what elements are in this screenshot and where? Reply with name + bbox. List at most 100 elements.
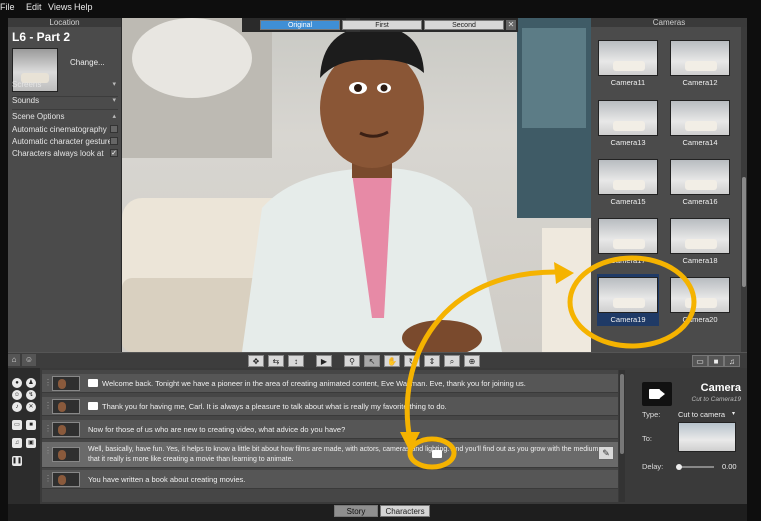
close-icon[interactable]: ✕ bbox=[506, 20, 516, 30]
camera-item-selected[interactable]: Camera19 bbox=[597, 274, 659, 326]
properties-panel: Camera Cut to Camera19 Type: Cut to came… bbox=[628, 370, 747, 502]
menu-edit[interactable]: Edit bbox=[26, 2, 42, 12]
menu-file[interactable]: File bbox=[0, 2, 15, 12]
select-icon[interactable]: ↖ bbox=[364, 355, 380, 367]
cameras-header: Cameras bbox=[591, 18, 747, 27]
change-location-button[interactable]: Change... bbox=[70, 58, 105, 67]
transition-tool-icon[interactable]: ✕ bbox=[26, 402, 36, 412]
camera-thumbnail bbox=[598, 218, 658, 254]
section-sounds[interactable]: Sounds ▾ bbox=[12, 96, 118, 105]
chevron-down-icon: ▾ bbox=[112, 97, 116, 104]
divider bbox=[12, 109, 118, 110]
delay-slider[interactable] bbox=[676, 464, 714, 470]
video-camera-icon bbox=[642, 382, 672, 406]
camera-label: Camera20 bbox=[682, 315, 718, 324]
option-label: Automatic cinematography bbox=[12, 125, 107, 134]
script-line[interactable]: ⋮ Now for those of us who are new to cre… bbox=[42, 420, 618, 439]
drag-handle-icon[interactable]: ⋮ bbox=[44, 401, 52, 410]
play-button[interactable]: ▶ bbox=[316, 355, 332, 367]
tab-story[interactable]: Story bbox=[334, 505, 378, 517]
camera-icon[interactable] bbox=[88, 379, 98, 387]
camera-item[interactable]: Camera18 bbox=[669, 218, 731, 265]
expression-tool-icon[interactable]: ☺ bbox=[12, 390, 22, 400]
height-icon[interactable]: ⇕ bbox=[424, 355, 440, 367]
sound-tool-icon[interactable]: ♪ bbox=[12, 402, 22, 412]
scrollbar-thumb[interactable] bbox=[742, 177, 746, 287]
gesture-icon[interactable]: ✋ bbox=[384, 355, 400, 367]
type-select[interactable]: Cut to camera bbox=[678, 410, 725, 419]
vertical-move-icon[interactable]: ↕ bbox=[288, 355, 304, 367]
screen-tool-icon[interactable]: ▭ bbox=[12, 420, 22, 430]
option-checkbox-checked[interactable]: ✓ bbox=[110, 149, 118, 157]
camera-item[interactable]: Camera15 bbox=[597, 159, 659, 206]
camera-thumbnail bbox=[670, 100, 730, 136]
camera-label: Camera19 bbox=[610, 315, 646, 324]
target-camera-thumbnail[interactable] bbox=[678, 422, 736, 452]
camera-icon[interactable] bbox=[88, 402, 98, 410]
tab-first[interactable]: First bbox=[342, 20, 422, 30]
line-text[interactable]: Now for those of us who are new to creat… bbox=[88, 425, 345, 434]
script-line[interactable]: ⋮ Welcome back. Tonight we have a pionee… bbox=[42, 374, 618, 393]
walk-icon[interactable]: ⚲ bbox=[344, 355, 360, 367]
scene-viewport[interactable]: ● Original First Second ✕ bbox=[122, 18, 591, 352]
camera-label: Camera13 bbox=[610, 138, 646, 147]
drag-handle-icon[interactable]: ⋮ bbox=[44, 378, 52, 387]
camera-item[interactable]: Camera17 bbox=[597, 218, 659, 265]
line-text[interactable]: Welcome back. Tonight we have a pioneer … bbox=[102, 379, 526, 388]
camera-item[interactable]: Camera12 bbox=[669, 40, 731, 87]
camera-tool-icon[interactable]: ■ bbox=[26, 420, 36, 430]
drag-handle-icon[interactable]: ⋮ bbox=[44, 446, 52, 455]
pause-tool-icon[interactable]: ❚❚ bbox=[12, 456, 22, 466]
zoom-icon[interactable]: ⌕ bbox=[444, 355, 460, 367]
people-icon[interactable]: ☺ bbox=[22, 354, 36, 366]
zoom-fit-icon[interactable]: ⊕ bbox=[464, 355, 480, 367]
music-icon[interactable]: ♫ bbox=[724, 355, 740, 367]
script-line[interactable]: ⋮ You have written a book about creating… bbox=[42, 470, 618, 489]
camera-label: Camera15 bbox=[610, 197, 646, 206]
drag-handle-icon[interactable]: ⋮ bbox=[44, 474, 52, 483]
dialog-tool-icon[interactable]: ● bbox=[12, 378, 22, 388]
section-screens[interactable]: Screens ▾ bbox=[12, 80, 118, 89]
tab-second[interactable]: Second bbox=[424, 20, 504, 30]
camera-label: Camera14 bbox=[682, 138, 718, 147]
video-view-icon[interactable]: ▭ bbox=[692, 355, 708, 367]
line-text[interactable]: You have written a book about creating m… bbox=[88, 475, 245, 484]
tab-characters[interactable]: Characters bbox=[380, 505, 430, 517]
script-line[interactable]: ⋮ Thank you for having me, Carl. It is a… bbox=[42, 397, 618, 416]
menu-views[interactable]: Views bbox=[48, 2, 72, 12]
home-icon[interactable]: ⌂ bbox=[8, 354, 20, 366]
section-scene-options[interactable]: Scene Options ▴ bbox=[12, 112, 118, 121]
option-checkbox[interactable] bbox=[110, 137, 118, 145]
menu-bar: File Edit Views Help bbox=[0, 0, 761, 16]
camera-item[interactable]: Camera11 bbox=[597, 40, 659, 87]
avatar bbox=[52, 376, 80, 391]
menu-help[interactable]: Help bbox=[74, 2, 93, 12]
avatar bbox=[52, 447, 80, 462]
script-scrollbar[interactable] bbox=[619, 370, 625, 502]
drag-handle-icon[interactable]: ⋮ bbox=[44, 424, 52, 433]
move-icon[interactable]: ✥ bbox=[248, 355, 264, 367]
motion-tool-icon[interactable]: ↯ bbox=[26, 390, 36, 400]
camera-item[interactable]: Camera20 bbox=[669, 277, 731, 324]
scrollbar-thumb[interactable] bbox=[620, 374, 624, 454]
line-text[interactable]: Thank you for having me, Carl. It is alw… bbox=[102, 402, 447, 411]
camera-view-icon[interactable]: ■ bbox=[708, 355, 724, 367]
camera-item[interactable]: Camera16 bbox=[669, 159, 731, 206]
tab-original[interactable]: Original bbox=[260, 20, 340, 30]
chevron-down-icon[interactable]: ▾ bbox=[732, 410, 735, 417]
camera-icon[interactable] bbox=[432, 450, 442, 458]
camera-item[interactable]: Camera14 bbox=[669, 100, 731, 147]
cameras-scrollbar[interactable] bbox=[741, 27, 747, 352]
line-text[interactable]: Well, basically, have fun. Yes, it helps… bbox=[88, 445, 608, 465]
camera-item[interactable]: Camera13 bbox=[597, 100, 659, 147]
option-checkbox[interactable] bbox=[110, 125, 118, 133]
music-tool-icon[interactable]: ♫ bbox=[12, 438, 22, 448]
character-tool-icon[interactable]: ♟ bbox=[26, 378, 36, 388]
swap-icon[interactable]: ⇆ bbox=[268, 355, 284, 367]
rotate-icon[interactable]: ↻ bbox=[404, 355, 420, 367]
edit-pen-icon[interactable]: ✎ bbox=[598, 446, 614, 460]
script-line-selected[interactable]: ⋮ Well, basically, have fun. Yes, it hel… bbox=[42, 442, 618, 468]
camera-thumbnail bbox=[598, 277, 658, 313]
background-tool-icon[interactable]: ▣ bbox=[26, 438, 36, 448]
delay-value[interactable]: 0.00 bbox=[722, 462, 737, 471]
